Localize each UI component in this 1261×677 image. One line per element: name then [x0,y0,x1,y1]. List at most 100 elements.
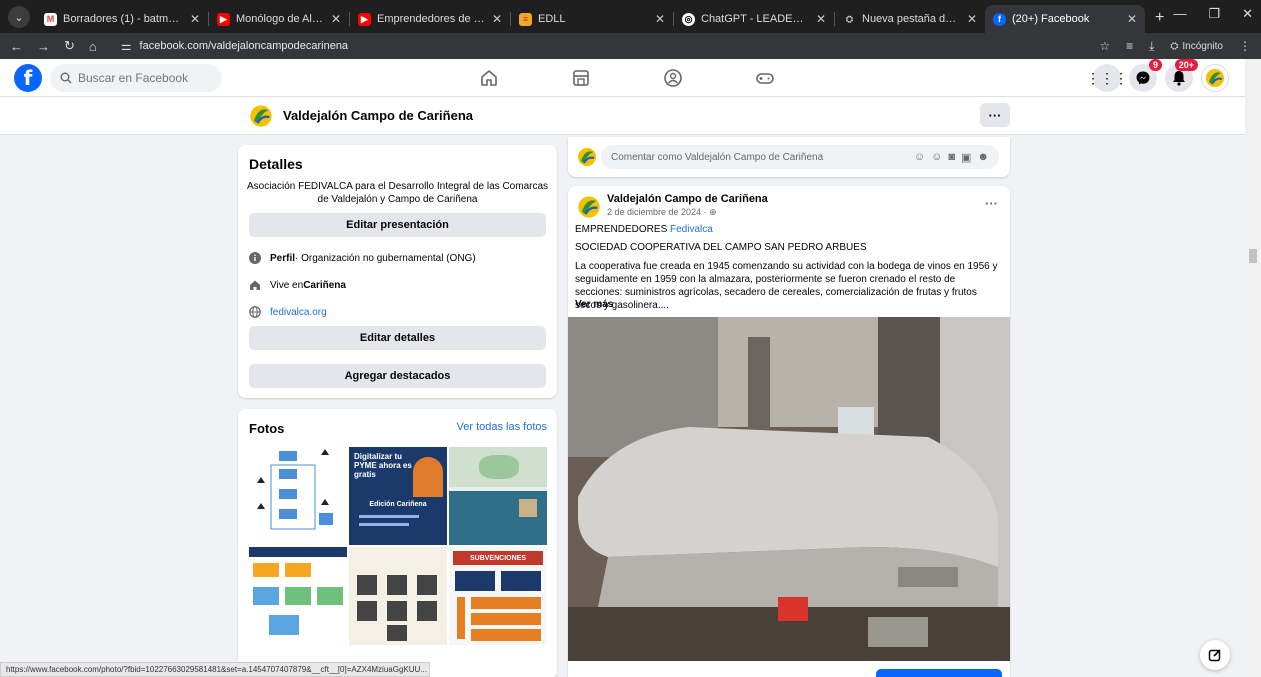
new-message-button[interactable] [1200,640,1230,670]
post-author-avatar[interactable] [576,194,602,220]
close-tab-icon[interactable]: ✕ [655,12,665,26]
post-options-button[interactable]: ··· [985,196,998,211]
photo-thumbnail[interactable] [249,447,347,545]
browser-tab[interactable]: ▶ Monólogo de Alsina: "Trum ✕ [209,5,349,33]
home-icon[interactable]: ⌂ [89,39,97,54]
incognito-indicator[interactable]: ⛭ Incógnito [1170,41,1223,52]
post-photo[interactable] [568,317,1010,661]
minimize-icon[interactable]: — [1173,6,1186,22]
browser-tab[interactable]: ◎ ChatGPT - LEADER MIND ✕ [674,5,834,33]
close-tab-icon[interactable]: ✕ [967,12,977,26]
browser-tab[interactable]: M Borradores (1) - batmanorteros ✕ [36,5,208,33]
machinery-photo [568,317,1010,661]
restore-icon[interactable]: ❐ [1208,6,1220,22]
notifications-button[interactable]: 20+ [1165,59,1198,92]
search-icon [60,72,72,83]
link-status-bar: https://www.facebook.com/photo/?fbid=102… [0,662,430,677]
reading-list-icon[interactable]: ≡ [1126,39,1133,53]
compose-icon [1208,649,1221,662]
page-scrollbar[interactable] [1245,59,1261,677]
comment-input[interactable]: Comentar como Valdejalón Campo de Cariñe… [601,145,999,169]
browser-tab[interactable]: ▶ Emprendedores de FEDIVALCA ✕ [350,5,510,33]
photo-thumbnail[interactable]: Digitalizar tu PYME ahora es gratis Edic… [349,447,447,545]
emoji-icon[interactable]: ☺ [931,151,942,164]
facebook-logo[interactable]: f [14,63,42,92]
avatar-sticker-icon[interactable]: ☺ [914,151,925,164]
camera-icon[interactable]: ◙ [948,151,955,164]
edit-intro-button[interactable]: Editar presentación [249,213,546,237]
photo-thumbnail[interactable] [449,447,547,545]
site-info-icon[interactable]: ⚌ [121,39,132,53]
bookmark-star-icon[interactable]: ☆ [1099,39,1110,53]
browser-tab[interactable]: ⛭ Nueva pestaña de Incógnito ✕ [835,5,985,33]
post-date[interactable]: 2 de diciembre de 2024 · ⊕ [607,207,717,218]
messenger-button[interactable]: 9 [1129,59,1162,92]
qr-code [387,575,407,595]
qr-code [387,625,407,641]
notifications-badge: 20+ [1174,59,1198,71]
post-body: La cooperativa fue creada en 1945 comenz… [575,261,998,311]
address-bar: ← → ↻ ⌂ ⚌ facebook.com/valdejaloncampode… [0,33,1261,59]
add-featured-button[interactable]: Agregar destacados [249,364,546,388]
sticker-icon[interactable]: ☻ [977,151,989,164]
qr-code [387,601,407,621]
gmail-icon: M [44,12,57,26]
see-all-photos-link[interactable]: Ver todas las fotos [457,421,548,433]
photos-grid: Digitalizar tu PYME ahora es gratis Edic… [249,447,547,645]
website-link[interactable]: fedivalca.org [270,307,327,318]
post-author[interactable]: Valdejalón Campo de Cariñena [607,193,768,205]
post-line-2: SOCIEDAD COOPERATIVA DEL CAMPO SAN PEDRO… [575,242,867,253]
photo-thumbnail[interactable] [349,547,447,645]
qr-code [417,601,437,621]
menu-grid-button[interactable]: ⋮⋮⋮ [1086,64,1128,92]
home-nav-icon[interactable] [478,67,500,89]
window-controls: — ❐ ✕ [1173,6,1253,22]
close-window-icon[interactable]: ✕ [1242,6,1253,22]
facebook-search[interactable] [50,63,222,92]
page-name[interactable]: Valdejalón Campo de Cariñena [283,108,473,123]
bell-icon [1173,71,1185,86]
messenger-icon [1136,71,1150,85]
facebook-icon: f [993,12,1006,26]
reload-icon[interactable]: ↻ [64,38,75,54]
close-tab-icon[interactable]: ✕ [1127,12,1137,26]
profile-avatar[interactable] [1201,64,1229,92]
close-tab-icon[interactable]: ✕ [331,12,341,26]
browser-tab[interactable]: ≡ EDLL ✕ [511,5,673,33]
details-title: Detalles [249,156,303,172]
page-avatar[interactable] [576,146,598,168]
globe-icon [249,306,261,318]
qr-code [357,575,377,595]
photos-title: Fotos [249,421,285,436]
close-tab-icon[interactable]: ✕ [190,12,200,26]
photo-thumbnail[interactable] [249,547,347,645]
new-tab-button[interactable]: + [1155,9,1164,27]
photos-card: Fotos Ver todas las fotos Digitalizar tu… [238,409,557,677]
hashtag-link[interactable]: Fedivalca [670,224,713,235]
incognito-icon: ⛭ [1170,40,1179,52]
page-avatar[interactable] [248,103,274,129]
search-input[interactable] [78,70,208,85]
photo-thumbnail[interactable]: SUBVENCIONES [449,547,547,645]
close-tab-icon[interactable]: ✕ [492,12,502,26]
gaming-nav-icon[interactable] [754,67,776,89]
page-header-strip: Valdejalón Campo de Cariñena ··· [0,97,1245,135]
marketplace-nav-icon[interactable] [570,67,592,89]
page-more-button[interactable]: ··· [980,103,1010,127]
back-icon[interactable]: ← [10,39,23,54]
browser-tabbar: ⌄ M Borradores (1) - batmanorteros ✕ ▶ M… [0,0,1261,33]
post-action-button[interactable] [876,669,1002,677]
tab-search-button[interactable]: ⌄ [8,6,30,28]
browser-tab-active[interactable]: f (20+) Facebook ✕ [985,5,1145,33]
edit-details-button[interactable]: Editar detalles [249,326,546,350]
download-icon[interactable]: ⤓ [1149,39,1154,54]
see-more-link[interactable]: Ver más [575,299,613,310]
comment-composer: Comentar como Valdejalón Campo de Cariñe… [568,137,1010,177]
url-field[interactable]: ⚌ facebook.com/valdejaloncampodecarinena [111,36,358,56]
groups-nav-icon[interactable] [662,67,684,89]
browser-menu-icon[interactable]: ⋮ [1239,39,1251,53]
gif-icon[interactable]: ▣ [961,151,971,164]
globe-icon: ⊕ [709,207,717,217]
forward-icon[interactable]: → [37,39,50,54]
close-tab-icon[interactable]: ✕ [816,12,826,26]
